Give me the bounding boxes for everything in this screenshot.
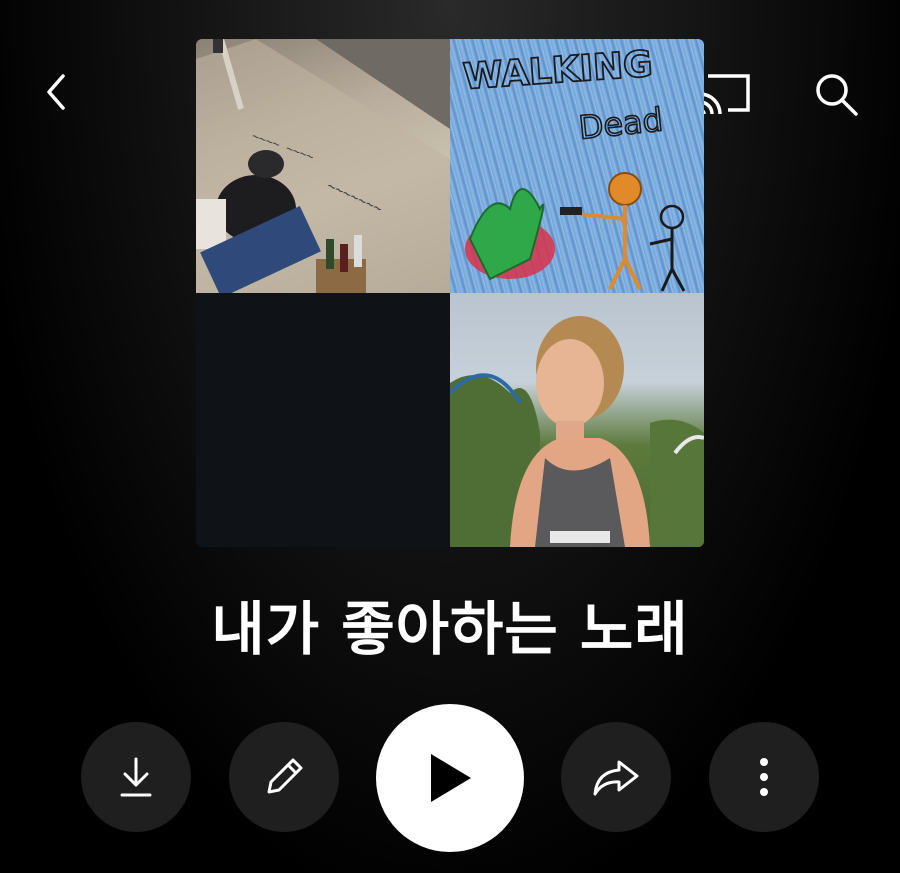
pencil-icon: [267, 758, 303, 794]
share-arrow-icon: [593, 760, 639, 796]
playlist-cover: ~~~~ ~~~~ ~~~~~~~ WALKING Dead: [196, 39, 704, 547]
play-icon: [431, 754, 471, 802]
download-icon: [120, 757, 152, 797]
playlist-title: 내가 좋아하는 노래: [211, 595, 689, 663]
more-options-button[interactable]: [709, 722, 819, 832]
search-icon: [816, 74, 858, 116]
drawing-title-line2: Dead: [577, 100, 665, 147]
cover-tile-street: ~~~~ ~~~~ ~~~~~~~: [196, 39, 450, 293]
playlist-screen: ~~~~ ~~~~ ~~~~~~~ WALKING Dead 내가 좋아하는 노…: [0, 0, 900, 873]
search-button[interactable]: [808, 66, 864, 122]
share-button[interactable]: [561, 722, 671, 832]
more-vertical-icon: [760, 758, 768, 796]
crayon-drawing: WALKING Dead: [461, 43, 686, 292]
drawing-title-line1: WALKING: [462, 44, 654, 98]
play-button[interactable]: [376, 704, 524, 852]
cover-tile-portrait: [450, 293, 704, 547]
cover-tile-dark: [196, 293, 450, 547]
download-button[interactable]: [81, 722, 191, 832]
edit-button[interactable]: [229, 722, 339, 832]
chevron-left-icon: [47, 74, 65, 110]
portrait-photo: [450, 316, 704, 547]
back-button[interactable]: [30, 66, 82, 118]
cover-tile-drawing: WALKING Dead: [450, 39, 704, 293]
street-photo: ~~~~ ~~~~ ~~~~~~~: [196, 39, 450, 293]
